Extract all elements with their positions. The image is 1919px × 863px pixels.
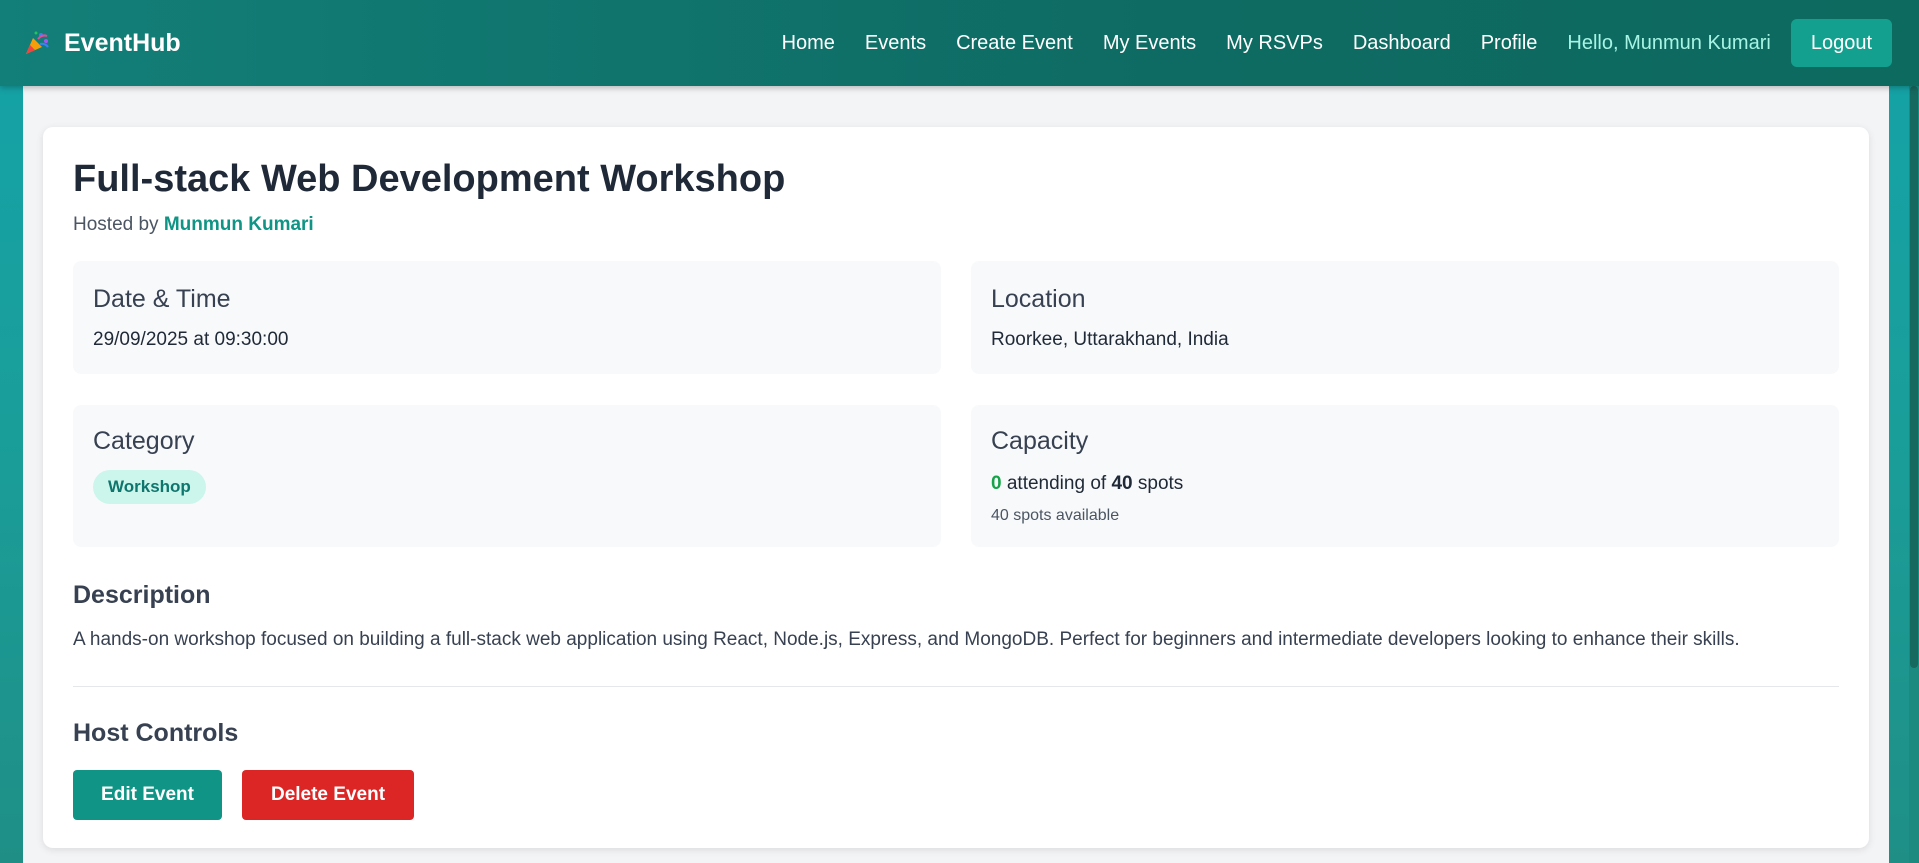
nav-link-profile[interactable]: Profile (1481, 32, 1538, 55)
spots-available: 40 spots available (991, 507, 1120, 524)
host-controls-title: Host Controls (73, 719, 239, 747)
date-time-box: Date & Time 29/09/2025 at 09:30:00 (73, 261, 941, 374)
scrollbar-thumb[interactable] (1910, 86, 1918, 668)
host-name-link[interactable]: Munmun Kumari (164, 214, 314, 235)
nav-link-my-events[interactable]: My Events (1103, 32, 1196, 55)
party-popper-icon (24, 30, 50, 56)
brand[interactable]: EventHub (24, 29, 181, 58)
delete-event-button[interactable]: Delete Event (242, 770, 414, 820)
description-title: Description (73, 581, 211, 609)
spots-word: spots (1137, 473, 1184, 494)
nav-link-create-event[interactable]: Create Event (956, 32, 1073, 55)
attending-count: 0 (991, 473, 1002, 494)
category-badge: Workshop (93, 470, 206, 504)
brand-name: EventHub (64, 28, 181, 57)
date-time-title: Date & Time (93, 285, 231, 313)
hosted-by-prefix: Hosted by (73, 214, 159, 235)
hosted-by: Hosted by Munmun Kumari (73, 214, 314, 236)
user-greeting: Hello, Munmun Kumari (1567, 31, 1771, 54)
edit-event-button[interactable]: Edit Event (73, 770, 222, 820)
capacity-summary: 0 attending of 40 spots (991, 473, 1183, 495)
location-title: Location (991, 285, 1086, 313)
divider (73, 686, 1839, 687)
category-title: Category (93, 427, 195, 455)
description-text: A hands-on workshop focused on building … (73, 629, 1740, 650)
capacity-total: 40 (1111, 473, 1133, 494)
nav-link-my-rsvps[interactable]: My RSVPs (1226, 32, 1323, 55)
capacity-title: Capacity (991, 427, 1089, 455)
location-box: Location Roorkee, Uttarakhand, India (971, 261, 1839, 374)
location-value: Roorkee, Uttarakhand, India (991, 329, 1229, 350)
navbar: EventHub Home Events Create Event My Eve… (0, 0, 1919, 86)
date-time-value: 29/09/2025 at 09:30:00 (93, 329, 289, 350)
nav-link-dashboard[interactable]: Dashboard (1353, 32, 1451, 55)
nav-links: Home Events Create Event My Events My RS… (782, 19, 1892, 67)
logout-button[interactable]: Logout (1790, 19, 1892, 67)
nav-link-events[interactable]: Events (865, 32, 926, 55)
event-title: Full-stack Web Development Workshop (73, 158, 786, 200)
nav-link-home[interactable]: Home (782, 32, 835, 55)
attending-text: attending of (1006, 473, 1107, 494)
category-box: Category Workshop (73, 405, 941, 547)
capacity-box: Capacity 0 attending of 40 spots 40 spot… (971, 405, 1839, 547)
